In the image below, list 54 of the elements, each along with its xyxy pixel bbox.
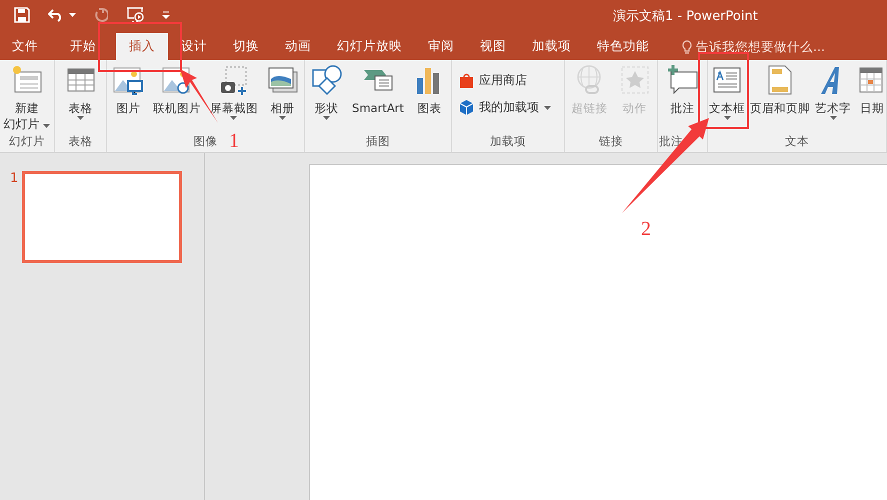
caret-icon (279, 116, 286, 120)
ribbon-tab[interactable]: 加载项 (519, 33, 584, 60)
ribbon-tab[interactable]: 切换 (220, 33, 272, 60)
ribbon-tab[interactable]: 开始 (50, 33, 116, 60)
slideshow-icon[interactable] (126, 6, 144, 24)
ribbon-tab[interactable]: 特色功能 (584, 33, 662, 60)
group-label: 表格 (68, 134, 92, 150)
ribbon-button[interactable]: 新建 幻灯片 (4, 64, 50, 134)
ribbon-button[interactable]: 图表 (413, 64, 446, 134)
slide-thumbnail[interactable] (22, 171, 182, 263)
ribbon-tab[interactable]: 审阅 (415, 33, 467, 60)
caret-icon (43, 124, 50, 128)
group-label: 图像 (194, 134, 218, 150)
group-label: 插图 (366, 134, 390, 150)
lightbulb-icon (682, 40, 692, 54)
comment-icon (666, 64, 698, 96)
ribbon-button[interactable]: 相册 (266, 64, 299, 134)
save-icon[interactable] (14, 7, 30, 23)
store-bag-icon (459, 73, 474, 88)
ribbon-tab[interactable]: 设计 (168, 33, 220, 60)
ribbon-tab[interactable]: 视图 (467, 33, 519, 60)
caret-icon (830, 116, 836, 120)
ribbon-button[interactable]: SmartArt (352, 64, 404, 134)
ribbon-tab[interactable]: 动画 (272, 33, 324, 60)
ribbon-tab[interactable]: 幻灯片放映 (324, 33, 415, 60)
ribbon-button[interactable]: 图片 (112, 64, 144, 134)
ribbon-tab[interactable]: 文件 (0, 33, 50, 60)
group-label: 链接 (599, 134, 623, 150)
slide-number: 1 (10, 171, 18, 188)
caret-icon (69, 13, 76, 17)
group-label: 文本 (785, 134, 809, 150)
ribbon-button[interactable]: 批注 (666, 64, 698, 134)
caret-icon (77, 116, 84, 120)
group-label: 加载项 (490, 134, 526, 150)
ribbon-tab[interactable]: 插入 (116, 33, 168, 60)
customize-icon[interactable] (162, 11, 170, 19)
ribbon-button[interactable]: 日期 (856, 64, 887, 134)
cube-icon (459, 100, 474, 115)
ribbon-button[interactable]: 页眉和页脚 (750, 64, 810, 134)
ribbon-button[interactable]: 形状 (310, 64, 343, 134)
window-title: 演示文稿1 - PowerPoint (613, 8, 758, 25)
ribbon-button[interactable]: 应用商店 (453, 72, 563, 89)
annotation-number: 2 (641, 218, 651, 241)
ribbon-button[interactable]: 我的加载项 (453, 99, 563, 116)
shapes-icon (310, 64, 343, 96)
caret-icon (724, 116, 730, 120)
undo-icon[interactable] (48, 8, 64, 22)
caret-icon (544, 106, 551, 110)
ribbon-button[interactable]: 表格 (64, 64, 96, 134)
ribbon-button[interactable]: 文本框 (709, 64, 745, 134)
group-label: 幻灯片 (9, 134, 45, 150)
ribbon-button[interactable]: 艺术字 (815, 64, 851, 134)
caret-icon (323, 116, 330, 120)
caret-icon (230, 116, 238, 120)
